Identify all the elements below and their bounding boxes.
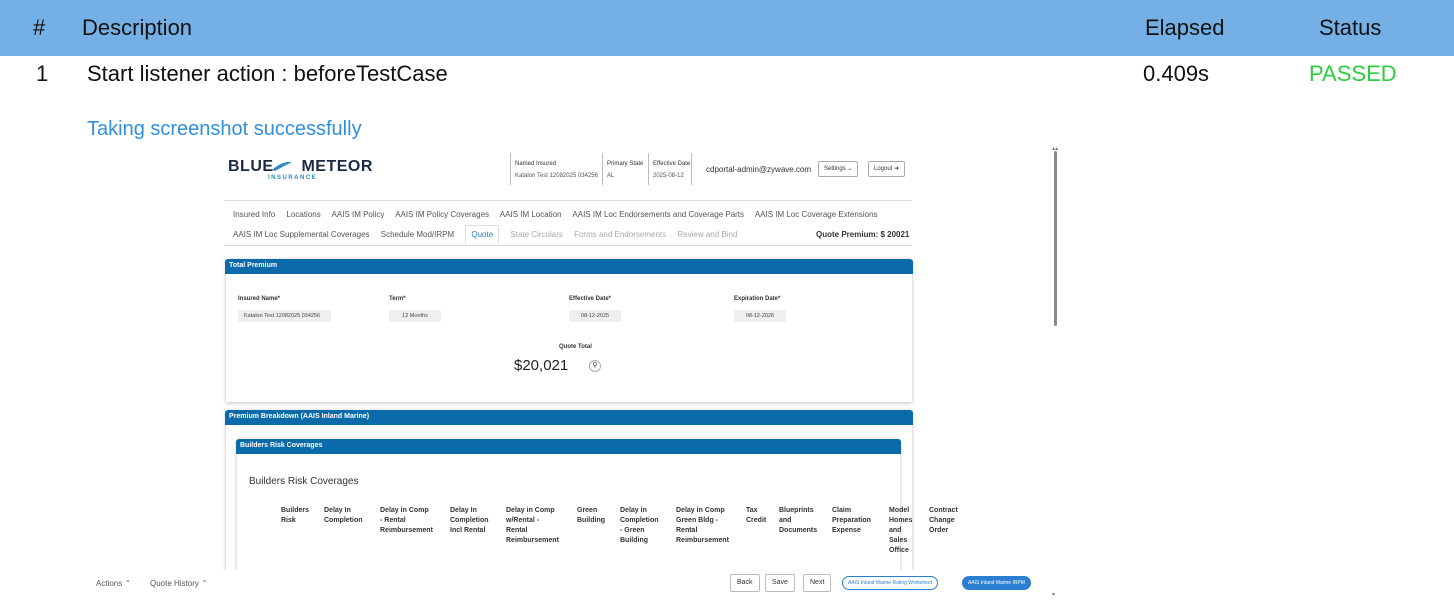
insured-name-field[interactable]: Katalon Test 12082025 034256 [238,310,331,322]
tab-aais-im-loc-supplemental[interactable]: AAIS IM Loc Supplemental Coverages [233,230,370,239]
expiration-date-label: Expiration Date* [734,296,781,302]
chevron-down-icon: ⌄ [847,166,853,172]
col-num-header: # [33,15,46,40]
logo-sub: INSURANCE [268,175,318,181]
embedded-screenshot: BLUE METEOR INSURANCE Named Insured Kata… [88,143,1070,602]
tabs-divider [224,245,912,246]
primary-state-box: Primary State AL [602,153,648,185]
tab-state-circulars[interactable]: State Circulars [510,230,562,239]
primary-state-label: Primary State [607,161,644,167]
col-delay-incl-rental: Delay In Completion Incl Rental [450,507,489,534]
logout-button[interactable]: Logout ➜ [868,161,906,177]
col-description-header: Description [82,15,193,40]
col-delay-rental-reimbursement: Delay in Comp - Rental Reimbursement [380,507,433,534]
search-icon[interactable]: ⚲ [589,360,601,372]
premium-breakdown-bar: Premium Breakdown (AAIS Inland Marine) [225,410,913,425]
col-contract-change-order: Contract Change Order [929,507,958,534]
col-delay-green-rental: Delay in Comp Green Bldg - Rental Reimburse… [676,507,729,544]
header-divider [224,200,912,201]
col-model-homes: Model Homes and Sales Office [889,507,913,554]
col-delay-w-rental: Delay in Comp w/Rental - Rental Reimburseme… [506,507,559,544]
tab-forms-and-endorsements[interactable]: Forms and Endorsements [574,230,666,239]
expiration-date-field[interactable]: 08-12-2026 [734,310,786,322]
tab-aais-im-location[interactable]: AAIS IM Location [500,210,562,219]
irpm-button[interactable]: AAIS Inland Marine IRPM [962,576,1031,590]
logo-word-blue: BLUE [228,158,274,175]
col-delay-in-completion: Delay In Completion [324,507,363,524]
col-builders-risk: Builders Risk [281,507,310,524]
builders-risk-bar: Builders Risk Coverages [236,439,901,454]
total-premium-panel [226,259,912,402]
user-email: cdportal-admin@zywave.com [706,165,812,174]
tab-aais-im-loc-coverage-extensions[interactable]: AAIS IM Loc Coverage Extensions [755,210,878,219]
col-status-header: Status [1319,15,1382,40]
rating-worksheet-button[interactable]: AAIS Inland Marine Rating Worksheet [842,576,939,590]
insured-name-label: Insured Name* [238,296,281,302]
tab-quote[interactable]: Quote [465,225,500,243]
row-num: 1 [36,61,49,86]
total-premium-bar: Total Premium [225,259,913,274]
actions-label: Actions [96,579,123,588]
row-elapsed: 0.409s [1143,61,1210,86]
chevron-up-icon: ⌃ [201,579,208,588]
quote-premium: Quote Premium: $ 20021 [816,230,910,239]
builders-risk-title: Builders Risk Coverages [249,476,359,487]
tab-aais-im-policy-coverages[interactable]: AAIS IM Policy Coverages [395,210,489,219]
logo: BLUE METEOR [228,158,373,176]
col-tax-credit: Tax Credit [746,507,767,524]
effective-date-field[interactable]: 08-12-2025 [569,310,621,322]
scroll-down-icon[interactable]: ▾ [1052,591,1055,598]
col-elapsed-header: Elapsed [1145,15,1225,40]
col-delay-green-building: Delay in Completion - Green Building [620,507,659,544]
meteor-icon [272,161,292,171]
actions-menu[interactable]: Actions ⌃ [96,579,131,588]
tab-aais-im-loc-endorsements[interactable]: AAIS IM Loc Endorsements and Coverage Pa… [572,210,744,219]
quote-total-label: Quote Total [559,344,592,350]
term-field[interactable]: 12 Months [389,310,441,322]
effective-date-value: 2025-08-12 [653,173,684,179]
footer-bar: Actions ⌃ Quote History ⌃ Back Save Next… [88,570,1070,602]
tab-schedule-mod-irpm[interactable]: Schedule Mod/IRPM [381,230,454,239]
effective-date-label: Effective Date [653,161,691,167]
tab-aais-im-policy[interactable]: AAIS IM Policy [332,210,385,219]
tab-locations[interactable]: Locations [286,210,320,219]
quote-history-menu[interactable]: Quote History ⌃ [150,579,208,588]
tab-review-and-bind[interactable]: Review and Bind [677,230,737,239]
scrollbar-thumb[interactable] [1054,151,1057,326]
tab-row-1: Insured Info Locations AAIS IM Policy AA… [233,210,887,219]
named-insured-label: Named Insured [515,161,557,167]
settings-label: Settings [824,166,846,172]
row-description: Start listener action : beforeTestCase [87,61,448,86]
settings-button[interactable]: Settings ⌄ [818,161,859,177]
next-button[interactable]: Next [803,574,832,592]
primary-state-value: AL [607,173,615,179]
col-blueprints: Blueprints and Documents [779,507,818,534]
named-insured-value: Katalon Test 12082025 034256 [515,173,598,179]
effective-date-field-label: Effective Date* [569,296,612,302]
row-status-badge: PASSED [1309,61,1397,86]
named-insured-box: Named Insured Katalon Test 12082025 0342… [510,153,602,185]
logo-word-meteor: METEOR [301,158,373,175]
back-button[interactable]: Back [730,574,760,592]
save-button[interactable]: Save [765,574,795,592]
quote-total-value: $20,021 [514,357,569,374]
col-green-building: Green Building [577,507,605,524]
chevron-up-icon: ⌃ [124,579,132,588]
tab-row-2: AAIS IM Loc Supplemental Coverages Sched… [233,225,746,243]
tab-insured-info[interactable]: Insured Info [233,210,275,219]
term-label: Term* [389,296,406,302]
col-claim-preparation: Claim Preparation Expense [832,507,871,534]
logout-label: Logout [874,166,893,172]
report-header: # Description Elapsed Status [0,0,1454,56]
screenshot-link[interactable]: Taking screenshot successfully [87,118,362,141]
effective-date-box: Effective Date 2025-08-12 [648,153,692,185]
quote-history-label: Quote History [150,579,199,588]
logout-icon: ➜ [894,166,900,172]
